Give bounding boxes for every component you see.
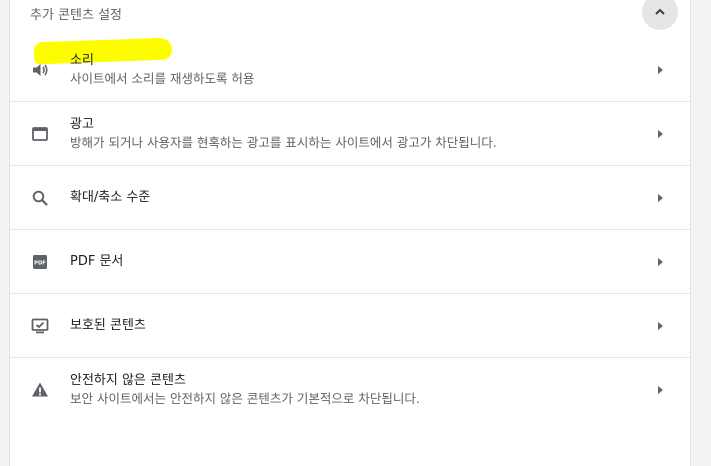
- row-text: 안전하지 않은 콘텐츠 보안 사이트에서는 안전하지 않은 콘텐츠가 기본적으로…: [70, 358, 420, 422]
- row-text: 보호된 콘텐츠: [70, 294, 146, 357]
- section-header: 추가 콘텐츠 설정: [10, 0, 690, 36]
- row-subtitle: 보안 사이트에서는 안전하지 않은 콘텐츠가 기본적으로 차단됩니다.: [70, 391, 420, 406]
- row-title: 확대/축소 수준: [70, 189, 151, 205]
- row-protected-content[interactable]: 보호된 콘텐츠: [10, 294, 690, 358]
- row-insecure-content[interactable]: 안전하지 않은 콘텐츠 보안 사이트에서는 안전하지 않은 콘텐츠가 기본적으로…: [10, 358, 690, 422]
- arrow-right-icon: [658, 65, 663, 74]
- row-title: 광고: [70, 116, 94, 132]
- section-title: 추가 콘텐츠 설정: [30, 8, 122, 23]
- row-text: 소리 사이트에서 소리를 재생하도록 허용: [70, 38, 254, 101]
- search-icon: [32, 190, 48, 206]
- ad-window-icon: [32, 126, 48, 141]
- arrow-right-icon: [658, 257, 663, 266]
- row-text: 확대/축소 수준: [70, 166, 150, 229]
- protected-content-icon: [31, 318, 49, 333]
- arrow-right-icon: [658, 129, 663, 138]
- row-zoom-levels[interactable]: 확대/축소 수준: [10, 166, 690, 230]
- collapse-button[interactable]: [642, 0, 678, 30]
- row-title: 소리: [70, 52, 94, 68]
- row-sound[interactable]: 소리 사이트에서 소리를 재생하도록 허용: [10, 38, 690, 102]
- pdf-icon: PDF: [33, 254, 47, 269]
- row-subtitle: 방해가 되거나 사용자를 현혹하는 광고를 표시하는 사이트에서 광고가 차단됩…: [70, 134, 497, 150]
- row-ads[interactable]: 광고 방해가 되거나 사용자를 현혹하는 광고를 표시하는 사이트에서 광고가 …: [10, 102, 690, 166]
- row-title: 안전하지 않은 콘텐츠: [70, 373, 186, 388]
- speaker-icon: [33, 63, 48, 76]
- row-text: PDF 문서: [70, 230, 123, 293]
- row-text: 광고 방해가 되거나 사용자를 현혹하는 광고를 표시하는 사이트에서 광고가 …: [70, 102, 497, 165]
- arrow-right-icon: [658, 321, 663, 330]
- row-title: 보호된 콘텐츠: [70, 317, 146, 333]
- settings-card: 추가 콘텐츠 설정 소리 사이트에서 소리를 재생하도록 허용 광고 방해가 되…: [9, 0, 691, 466]
- svg-text:PDF: PDF: [34, 260, 46, 266]
- row-title: PDF 문서: [70, 253, 124, 269]
- row-pdf-documents[interactable]: PDF PDF 문서: [10, 230, 690, 294]
- row-subtitle: 사이트에서 소리를 재생하도록 허용: [70, 70, 255, 86]
- warning-icon: [32, 382, 48, 397]
- chevron-up-icon: [655, 8, 665, 15]
- arrow-right-icon: [658, 386, 663, 394]
- arrow-right-icon: [658, 193, 663, 202]
